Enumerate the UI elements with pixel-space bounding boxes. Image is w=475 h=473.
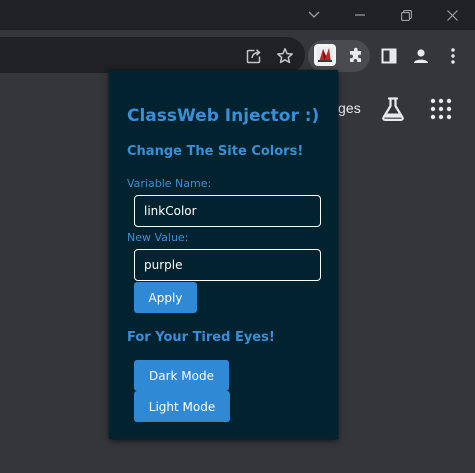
popup-title: ClassWeb Injector :) [127,106,320,126]
light-mode-button[interactable]: Light Mode [134,391,230,422]
extension-popup: ClassWeb Injector :) Change The Site Col… [109,70,338,439]
extensions-menu-button[interactable] [342,42,370,70]
minimize-icon [355,14,365,16]
flask-icon [382,97,404,121]
eyes-section-title: For Your Tired Eyes! [127,330,275,345]
share-button[interactable] [240,42,268,70]
restore-button[interactable] [383,0,429,30]
side-panel-button[interactable] [375,42,403,70]
google-apps-button[interactable] [429,97,453,121]
tab-search-button[interactable] [291,0,337,30]
share-icon [246,49,261,64]
variable-name-input[interactable] [134,195,321,227]
close-window-button[interactable] [429,0,475,30]
labs-button[interactable] [379,95,407,123]
minimize-button[interactable] [337,0,383,30]
restore-icon [400,9,412,21]
more-vert-icon [451,48,455,64]
bookmark-button[interactable] [271,42,299,70]
new-value-input[interactable] [134,249,321,281]
colors-section-title: Change The Site Colors! [127,144,304,159]
profile-button[interactable] [407,42,435,70]
side-panel-icon [381,48,397,64]
dark-mode-button[interactable]: Dark Mode [134,360,229,391]
star-icon [277,48,293,64]
variable-name-label: Variable Name: [127,177,212,190]
profile-icon [414,49,428,63]
apply-button[interactable]: Apply [134,282,197,313]
puzzle-icon [350,47,361,62]
browser-menu-button[interactable] [439,42,467,70]
new-value-label: New Value: [127,231,189,244]
chevron-down-icon [308,11,320,18]
close-icon [446,9,458,21]
apps-grid-icon [430,98,452,120]
classweb-extension-icon[interactable] [314,44,336,66]
browser-title-bar [0,0,475,30]
images-link-partial[interactable]: ges [338,100,361,116]
